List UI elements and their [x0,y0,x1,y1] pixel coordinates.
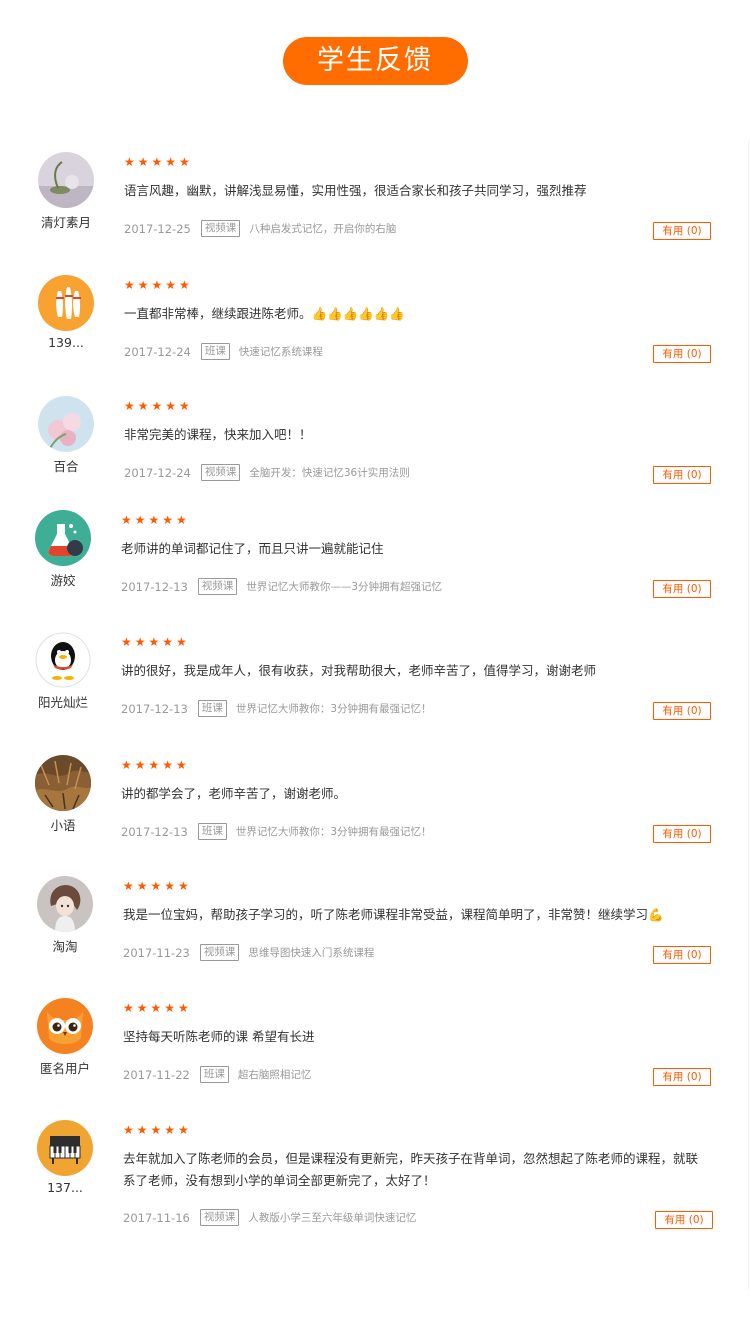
course-link[interactable]: 世界记忆大师教你：3分钟拥有最强记忆！ [236,701,432,716]
bowling-icon [38,275,94,331]
review-date: 2017-11-23 [123,945,190,960]
star-rating: ★★★★★ [123,1001,192,1015]
review-date: 2017-11-16 [123,1210,190,1225]
username: 小语 [50,818,76,833]
avatar[interactable] [35,632,91,688]
review-text: 我是一位宝妈，帮助孩子学习的，听了陈老师课程非常受益，课程简单明了，非常赞！继续… [123,907,664,922]
section-title: 学生反馈 [282,37,468,85]
review-text: 讲的很好，我是成年人，很有收获，对我帮助很大，老师辛苦了，值得学习，谢谢老师 [121,663,597,678]
header: 学生反馈 [0,37,750,85]
course-type-tag: 视频课 [199,1209,240,1226]
review-meta: 2017-11-16 视频课 人教版小学三至六年级单词快速记忆 [123,1209,416,1226]
review-text: 语言风趣，幽默，讲解浅显易懂，实用性强，很适合家长和孩子共同学习，强烈推荐 [124,183,587,198]
course-type-tag: 班课 [200,343,230,360]
star-rating: ★★★★★ [121,635,190,649]
review-meta: 2017-11-22 班课 超右脑照相记忆 [123,1066,311,1083]
course-link[interactable]: 快速记忆系统课程 [239,344,323,359]
username: 匿名用户 [39,1061,90,1076]
avatar[interactable] [35,510,91,566]
course-link[interactable]: 人教版小学三至六年级单词快速记忆 [248,1210,416,1225]
review-date: 2017-12-13 [121,701,188,716]
divider [748,140,749,1290]
course-link[interactable]: 思维导图快速入门系统课程 [248,945,374,960]
avatar[interactable] [38,275,94,331]
course-link[interactable]: 超右脑照相记忆 [238,1067,312,1082]
review-text: 非常完美的课程，快来加入吧！！ [124,427,312,442]
useful-button[interactable]: 有用 (0) [653,825,711,843]
course-link[interactable]: 八种启发式记忆，开启你的右脑 [249,221,396,236]
review-text: 老师讲的单词都记住了，而且只讲一遍就能记住 [121,541,384,556]
username: 清灯素月 [40,215,91,230]
piano-icon [37,1120,93,1176]
star-rating: ★★★★★ [124,278,193,292]
review-date: 2017-11-22 [123,1067,190,1082]
course-type-tag: 班课 [197,823,227,840]
review-meta: 2017-12-13 班课 世界记忆大师教你：3分钟拥有最强记忆！ [121,823,432,840]
review-meta: 2017-11-23 视频课 思维导图快速入门系统课程 [123,944,374,961]
review-meta: 2017-12-13 视频课 世界记忆大师教你——3分钟拥有超强记忆 [121,578,442,595]
review-date: 2017-12-24 [124,344,191,359]
course-type-tag: 班课 [199,1066,229,1083]
star-rating: ★★★★★ [121,758,190,772]
star-rating: ★★★★★ [124,155,193,169]
useful-button[interactable]: 有用 (0) [653,946,711,964]
useful-button[interactable]: 有用 (0) [653,580,711,598]
course-link[interactable]: 世界记忆大师教你：3分钟拥有最强记忆！ [236,824,432,839]
review-date: 2017-12-13 [121,824,188,839]
review-text: 去年就加入了陈老师的会员，但是课程没有更新完，昨天孩子在背单词，忽然想起了陈老师… [123,1151,699,1188]
review-date: 2017-12-24 [124,465,191,480]
cartoon-girl-icon [37,876,93,932]
course-type-tag: 视频课 [200,220,241,237]
review-text: 一直都非常棒，继续跟进陈老师。👍👍👍👍👍👍 [124,306,405,321]
username: 百合 [53,459,79,474]
review-date: 2017-12-25 [124,221,191,236]
nature-photo-icon [35,755,91,811]
username: 阳光灿烂 [37,695,88,710]
star-rating: ★★★★★ [121,513,190,527]
review-text: 讲的都学会了，老师辛苦了，谢谢老师。 [121,786,347,801]
course-type-tag: 班课 [197,700,227,717]
avatar[interactable] [38,152,94,208]
username: 139... [48,335,84,350]
star-rating: ★★★★★ [123,1123,192,1137]
username: 137... [47,1180,83,1195]
review-meta: 2017-12-24 班课 快速记忆系统课程 [124,343,323,360]
flower-photo-icon [38,396,94,452]
useful-button[interactable]: 有用 (0) [653,1068,711,1086]
useful-button[interactable]: 有用 (0) [653,702,711,720]
star-rating: ★★★★★ [124,399,193,413]
useful-button[interactable]: 有用 (0) [655,1211,713,1229]
username: 淘淘 [52,939,78,954]
avatar[interactable] [37,876,93,932]
review-date: 2017-12-13 [121,579,188,594]
course-link[interactable]: 全脑开发：快速记忆36计实用法则 [249,465,409,480]
review-text: 坚持每天听陈老师的课 希望有长进 [123,1029,315,1044]
avatar[interactable] [37,1120,93,1176]
review-meta: 2017-12-13 班课 世界记忆大师教你：3分钟拥有最强记忆！ [121,700,432,717]
course-type-tag: 视频课 [199,944,240,961]
penguin-icon [35,632,91,688]
avatar[interactable] [35,755,91,811]
course-type-tag: 视频课 [200,464,241,481]
course-link[interactable]: 世界记忆大师教你——3分钟拥有超强记忆 [246,579,442,594]
avatar[interactable] [37,998,93,1054]
review-meta: 2017-12-24 视频课 全脑开发：快速记忆36计实用法则 [124,464,410,481]
owl-icon [37,998,93,1054]
useful-button[interactable]: 有用 (0) [653,222,711,240]
username: 游姣 [50,573,76,588]
useful-button[interactable]: 有用 (0) [653,466,711,484]
chemistry-flask-icon [35,510,91,566]
useful-button[interactable]: 有用 (0) [653,345,711,363]
star-rating: ★★★★★ [123,879,192,893]
still-life-photo-icon [38,152,94,208]
avatar[interactable] [38,396,94,452]
review-meta: 2017-12-25 视频课 八种启发式记忆，开启你的右脑 [124,220,396,237]
course-type-tag: 视频课 [197,578,238,595]
